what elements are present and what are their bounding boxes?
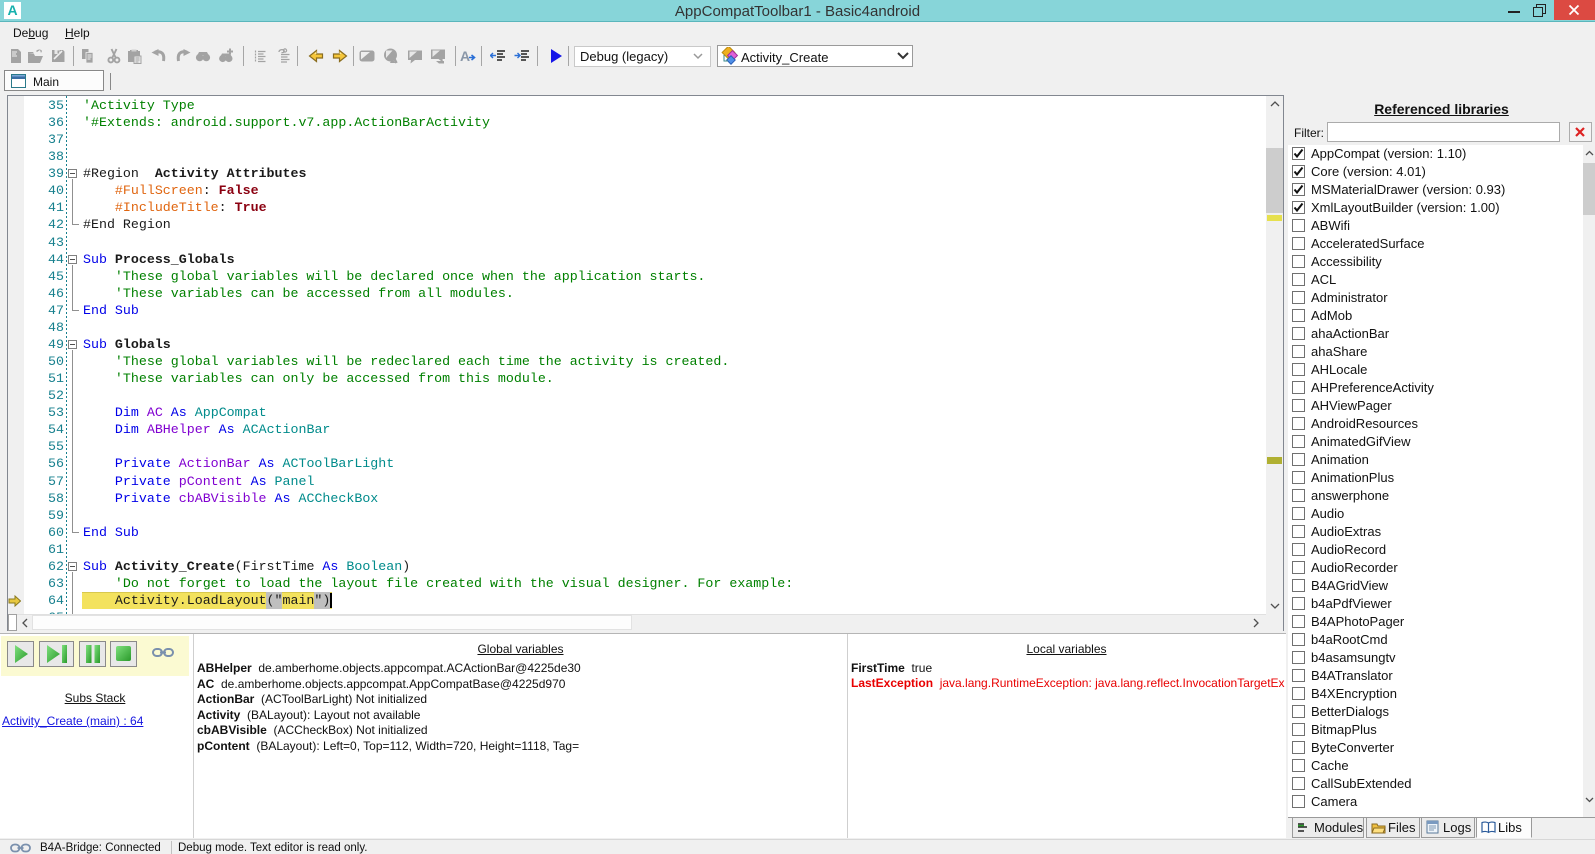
svg-text:A: A bbox=[460, 48, 470, 64]
